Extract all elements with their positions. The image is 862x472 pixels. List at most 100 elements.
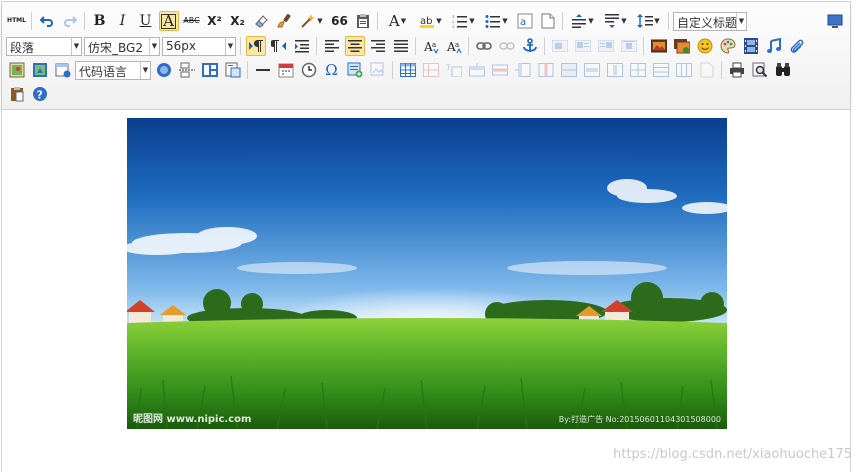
auto-format-button[interactable]: ▼ — [297, 11, 327, 31]
eraser-button[interactable] — [251, 11, 271, 31]
font-border-button[interactable]: A — [158, 11, 179, 31]
align-center-button[interactable] — [344, 36, 365, 56]
merge-right-button[interactable] — [582, 60, 602, 80]
code-language-select[interactable]: 代码语言 ▼ — [75, 60, 151, 80]
superscript-button[interactable]: X² — [205, 11, 225, 31]
split-cells-icon — [629, 63, 646, 77]
separator — [84, 12, 85, 30]
paragraph-spacing-bottom-button[interactable]: ▼ — [601, 11, 631, 31]
italic-button[interactable]: I — [113, 11, 133, 31]
landscape-image[interactable]: 昵图网 www.nipic.com By:打造广告 No:20150601104… — [127, 118, 727, 429]
chevron-down-icon: ▼ — [140, 61, 150, 79]
lowercase-icon: Aa — [446, 40, 461, 54]
preview-button[interactable] — [750, 60, 770, 80]
redo-button[interactable] — [60, 11, 80, 31]
drafts-button[interactable] — [7, 84, 27, 104]
binoculars-icon — [775, 63, 790, 76]
merge-down-button[interactable] — [605, 60, 625, 80]
template-button[interactable] — [200, 60, 220, 80]
svg-text:T: T — [446, 64, 451, 72]
strikethrough-button[interactable]: ABC — [182, 11, 202, 31]
subscript-button[interactable]: X₂ — [228, 11, 248, 31]
lowercase-button[interactable]: Aa — [444, 36, 464, 56]
ordered-list-button[interactable]: 1 2 3 ▼ — [449, 11, 479, 31]
delete-column-button[interactable] — [536, 60, 556, 80]
link-button[interactable] — [474, 36, 494, 56]
custom-title-select[interactable]: 自定义标题 ▼ — [673, 11, 747, 31]
align-left-button[interactable] — [322, 36, 342, 56]
image-center-button[interactable] — [619, 36, 639, 56]
delete-table-button[interactable] — [421, 60, 441, 80]
blockquote-button[interactable]: 66 — [330, 11, 350, 31]
fullscreen-button[interactable] — [825, 11, 845, 31]
paragraph-format-select[interactable]: 段落 ▼ — [6, 36, 82, 56]
image-left-button[interactable] — [573, 36, 593, 56]
image-align-right-icon — [597, 40, 614, 52]
word-image-disabled-button[interactable] — [368, 60, 388, 80]
date-button[interactable] — [276, 60, 296, 80]
insert-paragraph-before-table-button[interactable]: T — [444, 60, 464, 80]
paste-plain-button[interactable] — [353, 11, 373, 31]
editor-content-area[interactable]: 昵图网 www.nipic.com By:打造广告 No:20150601104… — [2, 110, 850, 472]
print-button[interactable] — [727, 60, 747, 80]
anchor-button[interactable] — [520, 36, 540, 56]
source-html-button[interactable]: HTML — [7, 11, 27, 31]
iframe-button[interactable] — [53, 60, 73, 80]
layout-icon — [201, 63, 218, 77]
bold-button[interactable]: B — [90, 11, 110, 31]
font-color-button[interactable]: A ▼ — [383, 11, 413, 31]
align-justify-button[interactable] — [391, 36, 411, 56]
underline-button[interactable]: U — [136, 11, 156, 31]
attachment-button[interactable] — [787, 36, 807, 56]
unlink-button[interactable] — [497, 36, 517, 56]
editor-toolbar: HTML B I U A ABC X² X₂ ▼ 66 A ▼ ab ▼ 1 2… — [2, 2, 850, 110]
chart-button[interactable] — [697, 60, 717, 80]
font-family-select[interactable]: 仿宋_BG2 ▼ — [84, 36, 160, 56]
word-image-button[interactable] — [345, 60, 365, 80]
align-right-button[interactable] — [368, 36, 388, 56]
split-columns-button[interactable] — [674, 60, 694, 80]
format-painter-button[interactable] — [274, 11, 294, 31]
google-map-button[interactable] — [30, 60, 50, 80]
merge-cells-icon — [560, 63, 577, 77]
new-document-button[interactable] — [538, 11, 558, 31]
line-height-button[interactable]: ▼ — [634, 11, 664, 31]
split-cells-button[interactable] — [628, 60, 648, 80]
uppercase-button[interactable]: Aa — [421, 36, 441, 56]
separator — [247, 61, 248, 79]
time-button[interactable] — [299, 60, 319, 80]
undo-button[interactable] — [37, 11, 57, 31]
scrawl-button[interactable] — [718, 36, 738, 56]
insert-column-button[interactable] — [513, 60, 533, 80]
image-right-button[interactable] — [596, 36, 616, 56]
insert-image-button[interactable] — [649, 36, 669, 56]
search-replace-button[interactable] — [773, 60, 793, 80]
insert-video-button[interactable] — [741, 36, 761, 56]
unordered-list-button[interactable]: ▼ — [482, 11, 512, 31]
separator — [468, 37, 469, 55]
help-button[interactable]: ? — [30, 84, 50, 104]
delete-row-button[interactable] — [490, 60, 510, 80]
insert-row-button[interactable] — [467, 60, 487, 80]
web-snapshot-button[interactable] — [223, 60, 243, 80]
merge-cells-button[interactable] — [559, 60, 579, 80]
page-break-button[interactable] — [154, 60, 174, 80]
horizontal-rule-button[interactable] — [253, 60, 273, 80]
direction-rtl-button[interactable] — [269, 36, 289, 56]
indent-button[interactable] — [292, 36, 312, 56]
anchor-text-button[interactable]: a — [515, 11, 535, 31]
image-none-button[interactable] — [550, 36, 570, 56]
insert-table-button[interactable] — [398, 60, 418, 80]
direction-ltr-button[interactable] — [245, 36, 266, 56]
multi-image-button[interactable] — [672, 36, 692, 56]
special-chars-button[interactable]: Ω — [322, 60, 342, 80]
split-rows-button[interactable] — [651, 60, 671, 80]
horizontal-split-button[interactable] — [177, 60, 197, 80]
background-color-button[interactable]: ab ▼ — [416, 11, 446, 31]
chevron-down-icon: ▼ — [621, 16, 627, 25]
map-button[interactable] — [7, 60, 27, 80]
insert-music-button[interactable] — [764, 36, 784, 56]
font-size-select[interactable]: 56px ▼ — [162, 36, 236, 56]
emotion-button[interactable] — [695, 36, 715, 56]
paragraph-spacing-top-button[interactable]: ▼ — [568, 11, 598, 31]
